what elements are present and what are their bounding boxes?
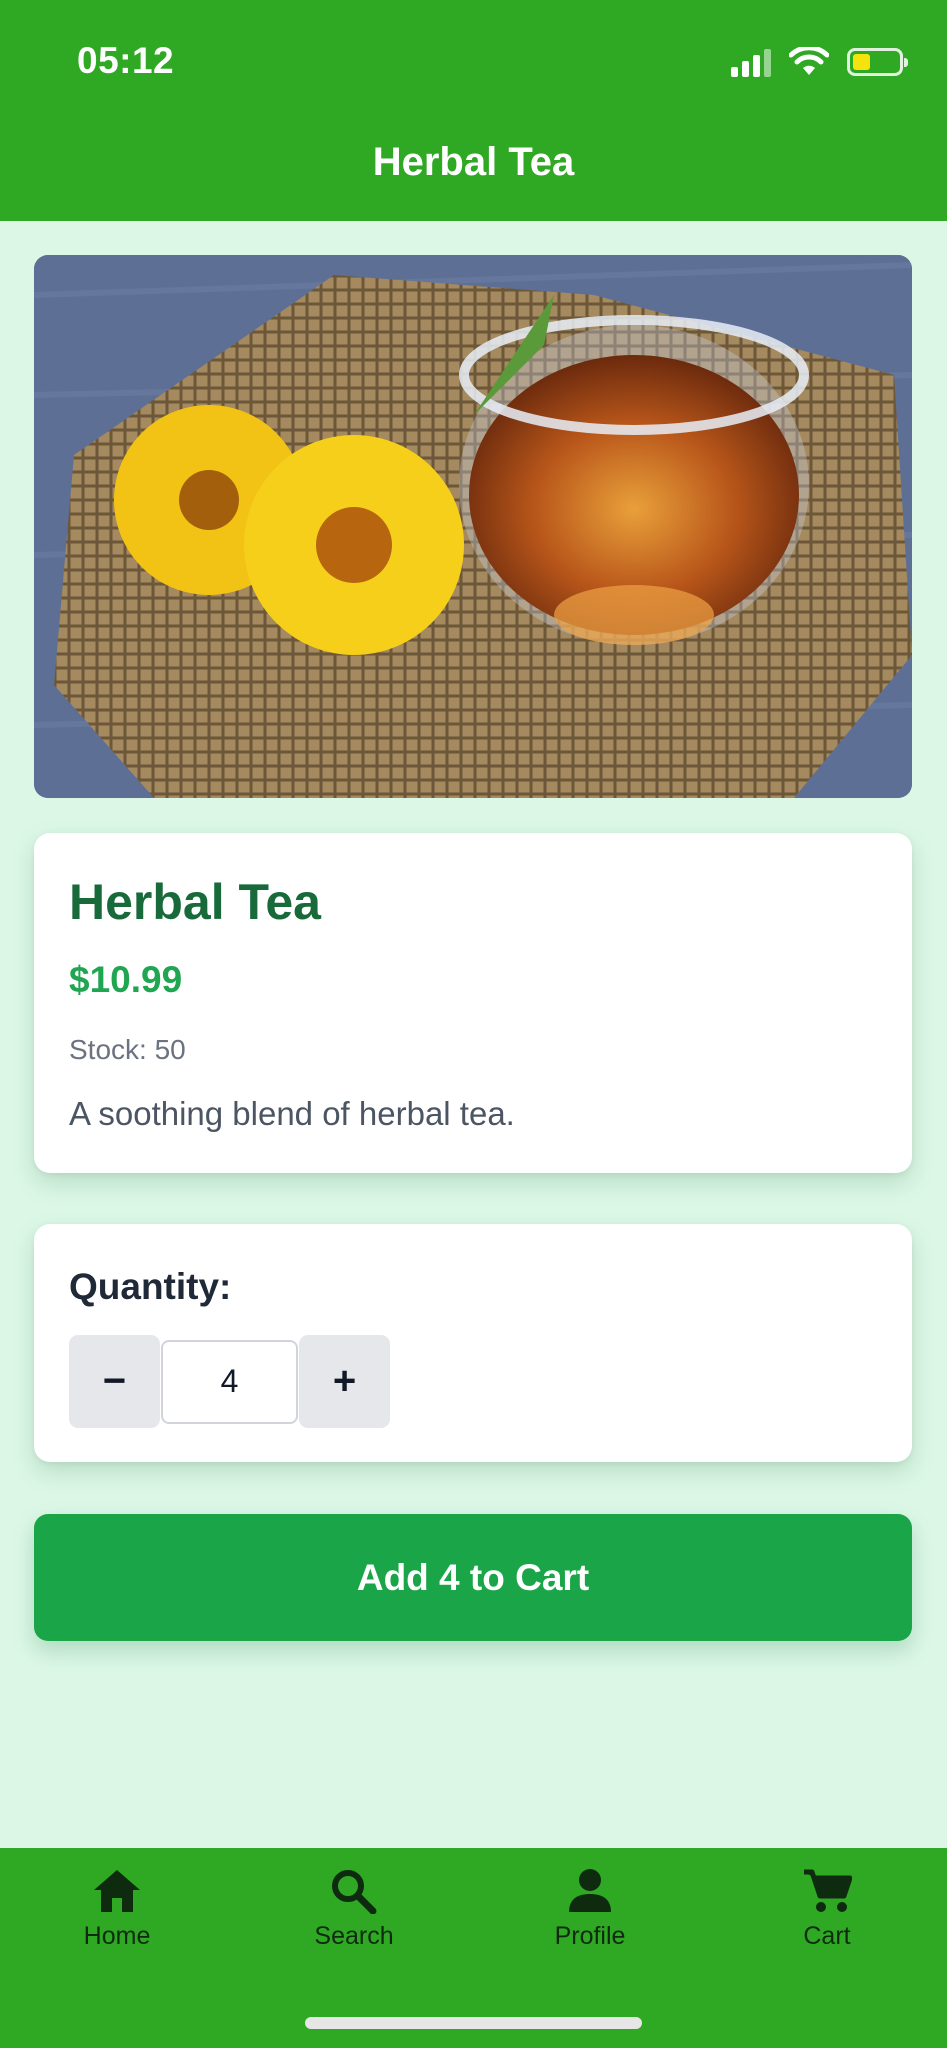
nav-item-search[interactable]: Search <box>254 1868 454 1951</box>
nav-item-cart[interactable]: Cart <box>727 1868 927 1951</box>
add-to-cart-button[interactable]: Add 4 to Cart <box>34 1514 912 1641</box>
quantity-card: Quantity: − + <box>34 1224 912 1462</box>
app-header: 05:12 Herbal Tea <box>0 0 947 221</box>
nav-label-profile: Profile <box>554 1922 626 1950</box>
increment-button[interactable]: + <box>299 1335 390 1428</box>
nav-label-cart: Cart <box>803 1922 851 1950</box>
quantity-label: Quantity: <box>69 1266 232 1307</box>
page-title: Herbal Tea <box>372 140 575 184</box>
quantity-input[interactable] <box>161 1339 298 1424</box>
cellular-signal-icon <box>731 47 771 77</box>
nav-item-profile[interactable]: Profile <box>490 1868 690 1951</box>
nav-label-home: Home <box>83 1922 151 1950</box>
status-icons <box>731 44 908 80</box>
cart-icon <box>804 1869 852 1912</box>
wifi-icon <box>789 47 829 75</box>
flower-2 <box>244 435 464 655</box>
home-indicator <box>305 2017 642 2029</box>
battery-level <box>853 54 870 70</box>
herbal-tea-photo <box>34 255 912 798</box>
status-time: 05:12 <box>77 40 175 81</box>
quantity-stepper: − + <box>69 1335 390 1428</box>
product-stock: Stock: 50 <box>69 1034 186 1065</box>
nav-label-search: Search <box>314 1922 394 1950</box>
person-icon <box>569 1869 611 1912</box>
home-icon <box>94 1870 140 1912</box>
search-icon <box>332 1870 377 1914</box>
decrement-button[interactable]: − <box>69 1335 160 1428</box>
product-price: $10.99 <box>69 959 183 1000</box>
product-detail-screen: 05:12 Herbal Tea Herbal Tea $10.99 Stock… <box>0 0 947 2048</box>
battery-icon <box>847 48 908 76</box>
product-description: A soothing blend of herbal tea. <box>69 1095 515 1132</box>
product-name: Herbal Tea <box>69 874 321 930</box>
product-image <box>34 255 912 798</box>
product-info-card: Herbal Tea $10.99 Stock: 50 A soothing b… <box>34 833 912 1173</box>
nav-item-home[interactable]: Home <box>17 1868 217 1951</box>
